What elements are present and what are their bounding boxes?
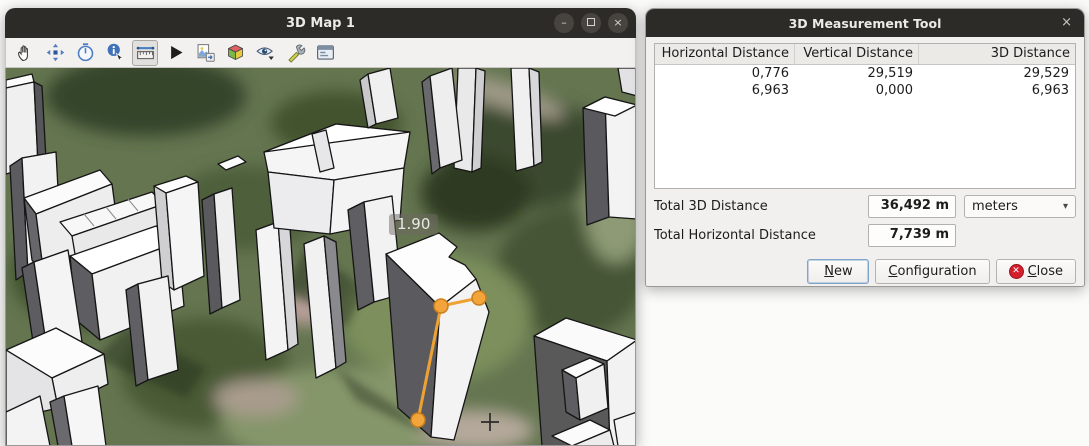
table-header-row: Horizontal Distance Vertical Distance 3D… — [655, 44, 1075, 65]
maximize-icon[interactable] — [581, 13, 601, 33]
settings-wrench-icon[interactable] — [282, 40, 308, 66]
identify-icon[interactable] — [102, 40, 128, 66]
table-row[interactable]: 6,963 0,000 6,963 — [655, 82, 1075, 99]
console-icon[interactable] — [312, 40, 338, 66]
play-icon[interactable] — [162, 40, 188, 66]
map-canvas[interactable]: 1.90 — [5, 68, 636, 446]
measure-vertex — [411, 413, 425, 427]
map-titlebar[interactable]: 3D Map 1 – × — [5, 8, 636, 38]
map-3d-scene — [6, 68, 636, 446]
table-cell: 0,000 — [795, 82, 919, 99]
unit-selected-value: meters — [972, 199, 1018, 214]
dialog-title: 3D Measurement Tool — [789, 16, 942, 31]
dialog-titlebar[interactable]: 3D Measurement Tool × — [646, 9, 1084, 37]
total-horizontal-distance-label: Total Horizontal Distance — [654, 228, 860, 243]
total-3d-distance-label: Total 3D Distance — [654, 199, 860, 214]
configuration-button[interactable]: Configuration — [875, 259, 989, 284]
scale-overlay-label: 1.90 — [389, 214, 438, 235]
close-button[interactable]: ✕ Close — [996, 259, 1076, 284]
measure-line-icon[interactable] — [132, 40, 158, 66]
camera-control-icon[interactable] — [42, 40, 68, 66]
close-icon[interactable]: × — [608, 13, 628, 33]
dialog-body: Horizontal Distance Vertical Distance 3D… — [646, 37, 1084, 284]
column-header[interactable]: Horizontal Distance — [655, 44, 795, 64]
pan-hand-icon[interactable] — [12, 40, 38, 66]
measure-vertex — [434, 299, 448, 313]
measure-vertex — [472, 291, 486, 305]
map-window: 3D Map 1 – × — [5, 8, 636, 446]
eye-visibility-icon[interactable] — [252, 40, 278, 66]
column-header[interactable]: 3D Distance — [919, 44, 1075, 64]
table-cell: 29,529 — [919, 65, 1075, 82]
table-cell: 29,519 — [795, 65, 919, 82]
minimize-icon[interactable]: – — [554, 13, 574, 33]
table-cell: 6,963 — [655, 82, 795, 99]
map-toolbar — [5, 38, 636, 68]
measurements-table: Horizontal Distance Vertical Distance 3D… — [654, 43, 1076, 189]
column-header[interactable]: Vertical Distance — [795, 44, 919, 64]
table-cell: 6,963 — [919, 82, 1075, 99]
chevron-down-icon: ▾ — [1063, 201, 1068, 212]
close-red-icon: ✕ — [1009, 264, 1024, 279]
table-row[interactable]: 0,776 29,519 29,529 — [655, 65, 1075, 82]
export-scene-icon[interactable] — [192, 40, 218, 66]
table-cell: 0,776 — [655, 65, 795, 82]
map-window-title: 3D Map 1 — [286, 16, 355, 31]
animation-icon[interactable] — [72, 40, 98, 66]
view-cube-icon[interactable] — [222, 40, 248, 66]
measurement-dialog: 3D Measurement Tool × Horizontal Distanc… — [645, 8, 1085, 287]
total-horizontal-distance-field[interactable]: 7,739 m — [868, 224, 956, 247]
new-button[interactable]: New — [807, 259, 869, 284]
total-3d-distance-field[interactable]: 36,492 m — [868, 195, 956, 218]
dialog-close-icon[interactable]: × — [1061, 9, 1072, 37]
unit-select[interactable]: meters ▾ — [964, 195, 1076, 218]
